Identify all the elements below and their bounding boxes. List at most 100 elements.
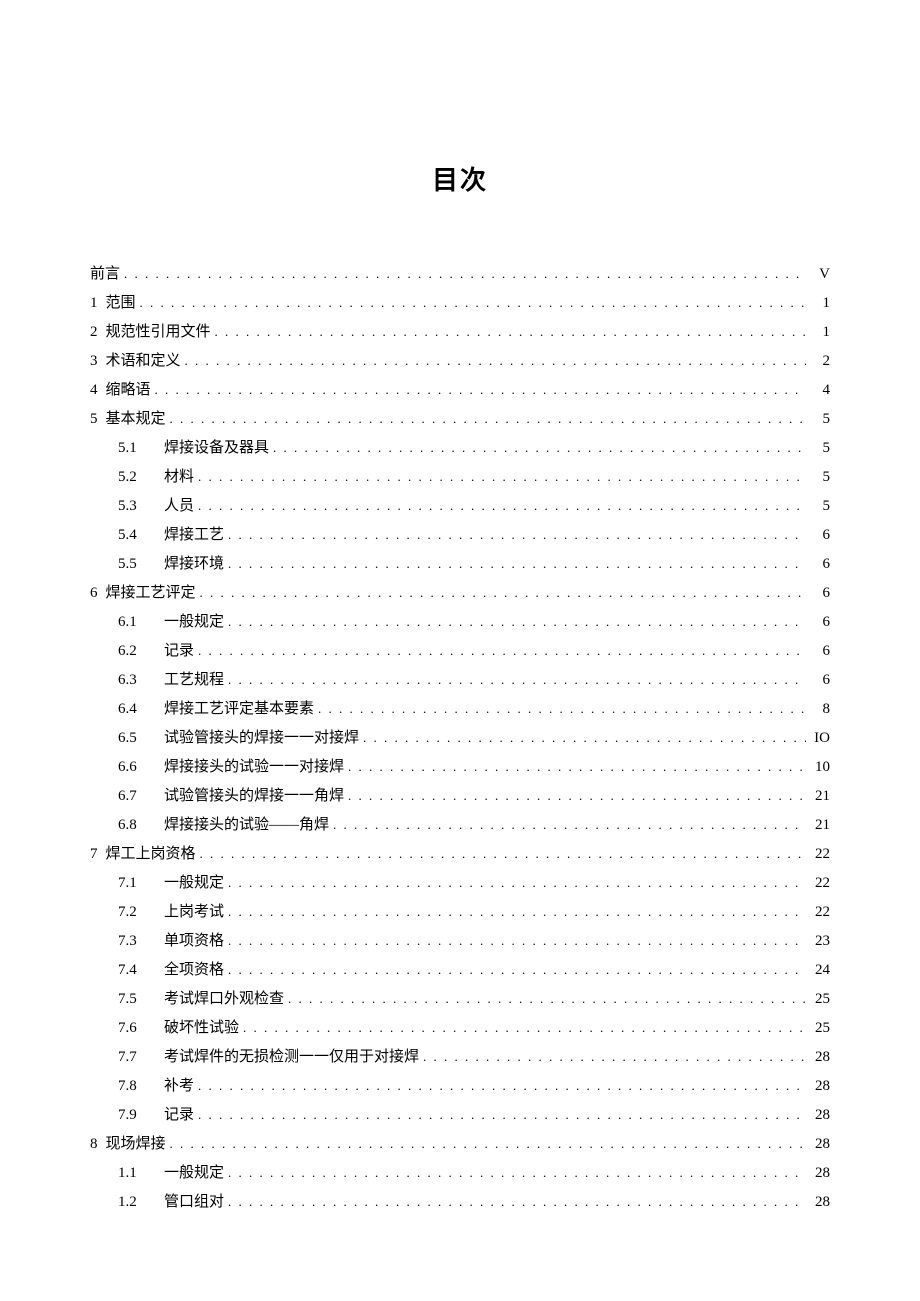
toc-leader-dots [423,1050,806,1063]
toc-entry-label: 试验管接头的焊接一一角焊 [164,789,344,804]
toc-entry: 5 基本规定5 [90,412,830,427]
toc-entry-number: 6.7 [118,789,164,804]
toc-entry-page: 1 [810,296,830,311]
toc-title: 目次 [90,160,830,197]
toc-entry-number: 5.4 [118,528,164,543]
toc-entry-number: 3 [90,354,106,369]
toc-entry-page: 28 [810,1137,830,1152]
toc-entry-label: 基本规定 [106,412,166,427]
toc-leader-dots [170,412,806,425]
toc-entry: 1.1一般规定28 [90,1166,830,1181]
toc-leader-dots [228,673,806,686]
toc-entry-number: 1.2 [118,1195,164,1210]
toc-entry-number: 1 [90,296,106,311]
toc-entry-label: 工艺规程 [164,673,224,688]
toc-leader-dots [215,325,806,338]
toc-leader-dots [124,267,806,280]
toc-entry-page: 21 [810,789,830,804]
toc-entry-number: 7.2 [118,905,164,920]
toc-entry-number: 7.4 [118,963,164,978]
toc-leader-dots [198,1079,806,1092]
toc-entry: 5.5焊接环境6 [90,557,830,572]
toc-leader-dots [198,470,806,483]
toc-entry-label: 单项资格 [164,934,224,949]
toc-entry-number: 5.5 [118,557,164,572]
toc-entry-page: 28 [810,1079,830,1094]
toc-entry-label: 焊接工艺 [164,528,224,543]
toc-leader-dots [228,557,806,570]
toc-leader-dots [198,644,806,657]
toc-entry-label: 焊接设备及器具 [164,441,269,456]
toc-entry-label: 全项资格 [164,963,224,978]
toc-entry-label: 焊接接头的试验——角焊 [164,818,329,833]
toc-entry: 5.3人员5 [90,499,830,514]
toc-entry: 5.2材料 5 [90,470,830,485]
toc-leader-dots [273,441,806,454]
document-page: 目次 前言V1范围12规范性引用文件13 术语和定义24缩略语45 基本规定55… [0,0,920,1301]
toc-entry-label: 补考 [164,1079,194,1094]
toc-entry-label: 前言 [90,267,120,282]
toc-entry-page: 6 [810,644,830,659]
toc-entry-label: 范围 [106,296,136,311]
toc-entry-page: 2 [810,354,830,369]
toc-entry-number: 7.1 [118,876,164,891]
toc-entry-page: 5 [810,441,830,456]
toc-entry: 5.1焊接设备及器具 5 [90,441,830,456]
toc-entry-page: 6 [810,586,830,601]
toc-entry-label: 人员 [164,499,194,514]
toc-entry: 6.8焊接接头的试验——角焊21 [90,818,830,833]
toc-entry: 4缩略语4 [90,383,830,398]
toc-entry-label: 焊接工艺评定基本要素 [164,702,314,717]
toc-entry-number: 6.1 [118,615,164,630]
table-of-contents: 前言V1范围12规范性引用文件13 术语和定义24缩略语45 基本规定55.1焊… [90,267,830,1210]
toc-entry-number: 5.2 [118,470,164,485]
toc-leader-dots [200,586,806,599]
toc-leader-dots [228,963,806,976]
toc-entry-page: 4 [810,383,830,398]
toc-entry-label: 上岗考试 [164,905,224,920]
toc-entry-number: 7.9 [118,1108,164,1123]
toc-leader-dots [140,296,806,309]
toc-entry-label: 考试焊口外观检查 [164,992,284,1007]
toc-entry-number: 7.3 [118,934,164,949]
toc-entry-number: 6.5 [118,731,164,746]
toc-entry-number: 6.2 [118,644,164,659]
toc-entry-number: 7 [90,847,106,862]
toc-leader-dots [228,1166,806,1179]
toc-entry-page: 10 [810,760,830,775]
toc-entry-page: 5 [810,412,830,427]
toc-entry: 7.4全项资格24 [90,963,830,978]
toc-entry: 5.4焊接工艺6 [90,528,830,543]
toc-leader-dots [228,876,806,889]
toc-entry: 7.8补考 28 [90,1079,830,1094]
toc-entry: 7.7考试焊件的无损检测一一仅用于对接焊 28 [90,1050,830,1065]
toc-entry-label: 缩略语 [106,383,151,398]
toc-entry-page: 5 [810,470,830,485]
toc-entry-label: 考试焊件的无损检测一一仅用于对接焊 [164,1050,419,1065]
toc-entry-number: 5.1 [118,441,164,456]
toc-leader-dots [363,731,806,744]
toc-entry-label: 材料 [164,470,194,485]
toc-entry: 2规范性引用文件1 [90,325,830,340]
toc-leader-dots [228,615,806,628]
toc-leader-dots [318,702,806,715]
toc-entry-number: 5 [90,412,106,427]
toc-entry-page: 6 [810,673,830,688]
toc-entry-page: 28 [810,1050,830,1065]
toc-entry: 1.2管口组对28 [90,1195,830,1210]
toc-entry: 6.5试验管接头的焊接一一对接焊IO [90,731,830,746]
toc-entry-label: 一般规定 [164,876,224,891]
toc-entry: 6.6焊接接头的试验一一对接焊10 [90,760,830,775]
toc-entry-number: 7.8 [118,1079,164,1094]
toc-entry: 7.6破坏性试验25 [90,1021,830,1036]
toc-entry-number: 7.7 [118,1050,164,1065]
toc-entry-label: 记录 [164,644,194,659]
toc-entry-page: 23 [810,934,830,949]
toc-entry-page: 5 [810,499,830,514]
toc-entry-page: 22 [810,905,830,920]
toc-entry-page: 22 [810,847,830,862]
toc-leader-dots [155,383,806,396]
toc-entry-label: 试验管接头的焊接一一对接焊 [164,731,359,746]
toc-entry: 7.2上岗考试 22 [90,905,830,920]
toc-leader-dots [198,499,806,512]
